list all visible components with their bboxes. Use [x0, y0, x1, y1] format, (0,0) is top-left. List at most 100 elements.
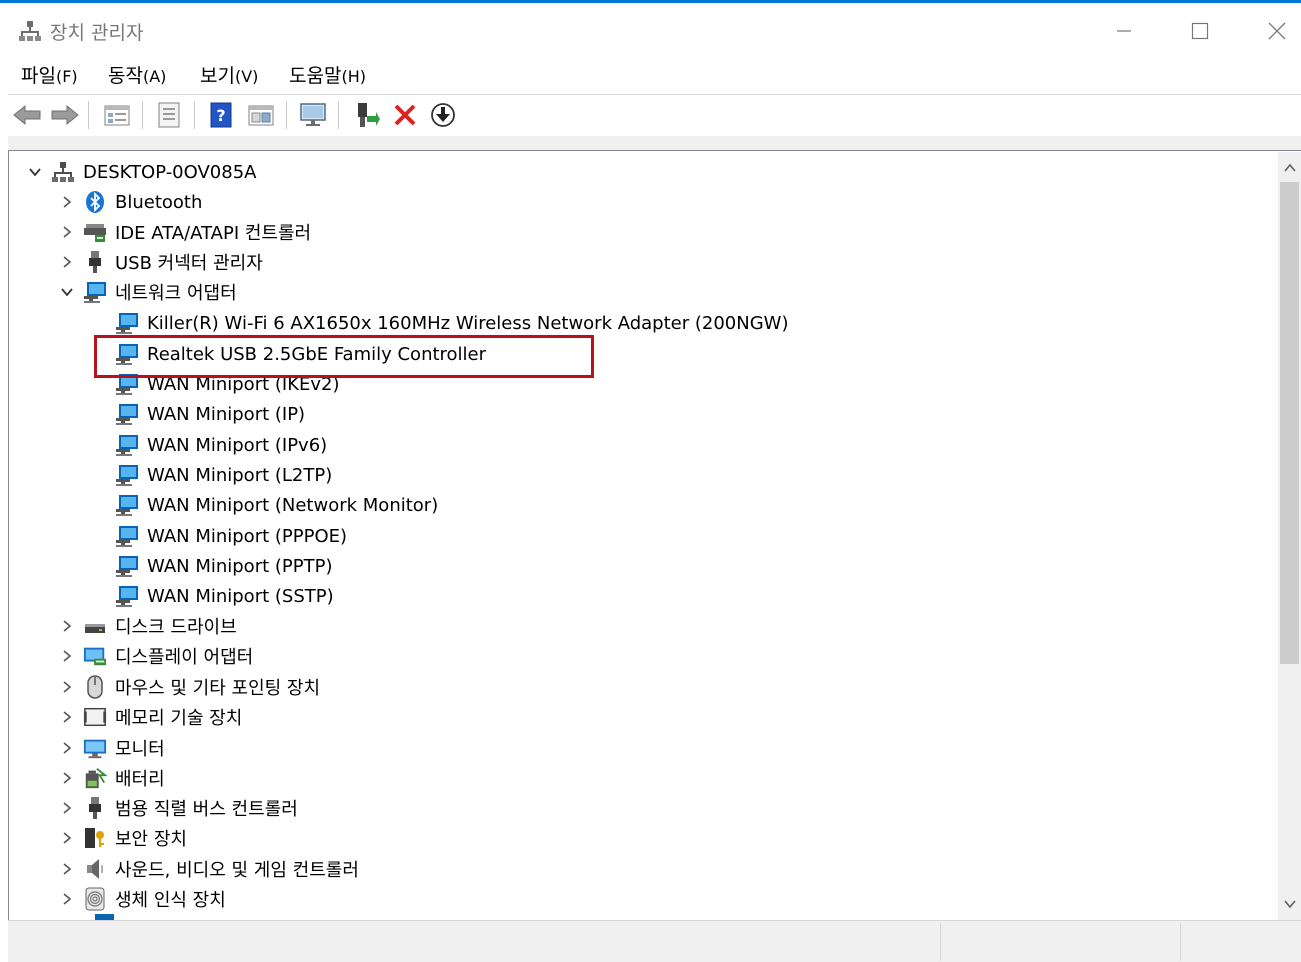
network-adapter-icon	[115, 493, 139, 517]
tree-device-wan-l2tp[interactable]: WAN Miniport (L2TP)	[91, 460, 332, 490]
expand-chevron-icon[interactable]	[59, 254, 75, 270]
status-pane	[1180, 923, 1301, 961]
expand-chevron-icon[interactable]	[59, 800, 75, 816]
tree-device-wan-sstp[interactable]: WAN Miniport (SSTP)	[91, 581, 334, 611]
minimize-icon	[1117, 30, 1131, 32]
expand-chevron-icon[interactable]	[59, 194, 75, 210]
tree-category-label: IDE ATA/ATAPI 컨트롤러	[115, 223, 312, 244]
network-adapter-icon	[115, 402, 139, 426]
properties-icon	[104, 105, 130, 126]
tree-device-realtek-usb[interactable]: Realtek USB 2.5GbE Family Controller	[91, 339, 486, 369]
expand-chevron-icon[interactable]	[59, 891, 75, 907]
tree-device-label: WAN Miniport (IP)	[147, 403, 306, 425]
expand-chevron-icon[interactable]	[59, 740, 75, 756]
menu-action[interactable]: 동작(A)	[108, 62, 166, 90]
tree-category-batteries[interactable]: 배터리	[59, 763, 165, 793]
update-list-button[interactable]	[154, 100, 184, 130]
network-adapter-icon	[115, 524, 139, 548]
minimize-button[interactable]	[1095, 8, 1153, 54]
expand-chevron-icon[interactable]	[59, 648, 75, 664]
tree-category-sound-video-game[interactable]: 사운드, 비디오 및 게임 컨트롤러	[59, 854, 359, 884]
network-adapter-icon	[115, 554, 139, 578]
title-bar[interactable]: 장치 관리자	[0, 3, 1301, 55]
enable-driver-icon	[358, 103, 380, 127]
tree-device-label: WAN Miniport (IPv6)	[147, 434, 328, 456]
close-button[interactable]	[1248, 8, 1301, 54]
help-button[interactable]: ?	[206, 100, 236, 130]
show-hidden-button[interactable]	[246, 100, 276, 130]
expand-chevron-icon[interactable]	[59, 679, 75, 695]
tree-category-usb-controllers[interactable]: 범용 직렬 버스 컨트롤러	[59, 793, 298, 823]
menu-action-accel: (A)	[142, 67, 167, 86]
tree-category-label: 네트워크 어댑터	[115, 283, 237, 304]
toolbar-divider	[194, 101, 195, 129]
expand-chevron-icon[interactable]	[59, 830, 75, 846]
maximize-button[interactable]	[1171, 8, 1229, 54]
ide-controller-icon	[83, 220, 107, 244]
back-button[interactable]	[12, 100, 42, 130]
tree-device-label: Killer(R) Wi-Fi 6 AX1650x 160MHz Wireles…	[147, 312, 789, 334]
forward-button[interactable]	[50, 100, 80, 130]
tree-device-wan-ip[interactable]: WAN Miniport (IP)	[91, 399, 305, 429]
tree-category-label: 모니터	[115, 739, 165, 760]
tree-category-monitors[interactable]: 모니터	[59, 733, 165, 763]
tree-category-mice[interactable]: 마우스 및 기타 포인팅 장치	[59, 672, 320, 702]
tree-device-wan-pptp[interactable]: WAN Miniport (PPTP)	[91, 551, 332, 581]
enable-driver-button[interactable]	[352, 100, 382, 130]
tree-device-wan-ikev2[interactable]: WAN Miniport (IKEv2)	[91, 369, 340, 399]
network-adapter-icon	[115, 372, 139, 396]
expand-chevron-icon[interactable]	[59, 618, 75, 634]
tree-category-label: Bluetooth	[115, 191, 203, 213]
expand-chevron-icon[interactable]	[59, 709, 75, 725]
scroll-up-button[interactable]	[1278, 156, 1301, 180]
display-adapter-icon	[83, 644, 107, 668]
tree-device-label: WAN Miniport (PPTP)	[147, 555, 333, 577]
expand-chevron-icon[interactable]	[59, 861, 75, 877]
expand-chevron-icon[interactable]	[59, 770, 75, 786]
tree-device-killer-wifi[interactable]: Killer(R) Wi-Fi 6 AX1650x 160MHz Wireles…	[91, 308, 788, 338]
tree-device-label: Realtek USB 2.5GbE Family Controller	[147, 343, 487, 365]
collapse-chevron-icon[interactable]	[59, 284, 75, 300]
menu-view[interactable]: 보기(V)	[200, 62, 258, 90]
vertical-scrollbar[interactable]	[1278, 152, 1301, 920]
tree-category-ide-ata-atapi[interactable]: IDE ATA/ATAPI 컨트롤러	[59, 217, 311, 247]
tree-category-network-adapters[interactable]: 네트워크 어댑터	[59, 277, 237, 307]
collapse-chevron-icon[interactable]	[27, 164, 43, 180]
menu-file[interactable]: 파일(F)	[21, 62, 78, 90]
sound-icon	[83, 857, 107, 881]
monitor-icon	[83, 736, 107, 760]
network-adapter-icon	[115, 584, 139, 608]
tree-category-usb-connector-manager[interactable]: USB 커넥터 관리자	[59, 247, 263, 277]
menu-view-label: 보기	[200, 65, 235, 87]
tree-category-memory-technology-devices[interactable]: 메모리 기술 장치	[59, 702, 242, 732]
network-adapter-icon	[115, 463, 139, 487]
tree-category-label: 사운드, 비디오 및 게임 컨트롤러	[115, 860, 359, 881]
scrollbar-thumb[interactable]	[1280, 182, 1299, 664]
tree-category-label: USB 커넥터 관리자	[115, 253, 263, 274]
tree-device-wan-pppoe[interactable]: WAN Miniport (PPPOE)	[91, 521, 347, 551]
usb-plug-icon	[83, 250, 107, 274]
tree-category-label: 마우스 및 기타 포인팅 장치	[115, 678, 321, 699]
menu-file-label: 파일	[21, 65, 56, 87]
update-driver-button[interactable]	[428, 100, 458, 130]
tree-device-wan-network-monitor[interactable]: WAN Miniport (Network Monitor)	[91, 490, 438, 520]
toolbar-divider	[286, 101, 287, 129]
tree-category-security-devices[interactable]: 보안 장치	[59, 823, 187, 853]
scroll-down-button[interactable]	[1278, 892, 1301, 916]
tree-category-display-adapters[interactable]: 디스플레이 어댑터	[59, 641, 253, 671]
monitor-scan-icon	[300, 103, 326, 126]
properties-button[interactable]	[102, 100, 132, 130]
tree-device-wan-ipv6[interactable]: WAN Miniport (IPv6)	[91, 430, 327, 460]
tree-category-biometric-devices[interactable]: 생체 인식 장치	[59, 884, 226, 914]
menu-help[interactable]: 도움말(H)	[289, 62, 366, 90]
expand-chevron-icon[interactable]	[59, 224, 75, 240]
tree-category-bluetooth[interactable]: Bluetooth	[59, 187, 202, 217]
tree-category-disk-drives[interactable]: 디스크 드라이브	[59, 611, 237, 641]
tree-root[interactable]: DESKTOP-0OV085A	[27, 157, 256, 187]
uninstall-device-button[interactable]	[390, 100, 420, 130]
scan-hardware-button[interactable]	[298, 100, 328, 130]
toolbar-divider	[142, 101, 143, 129]
mouse-icon	[83, 675, 107, 699]
tree-category-label: 보안 장치	[115, 829, 187, 850]
device-tree[interactable]: DESKTOP-0OV085A Bluetooth IDE ATA/ATAPI …	[8, 150, 1301, 920]
